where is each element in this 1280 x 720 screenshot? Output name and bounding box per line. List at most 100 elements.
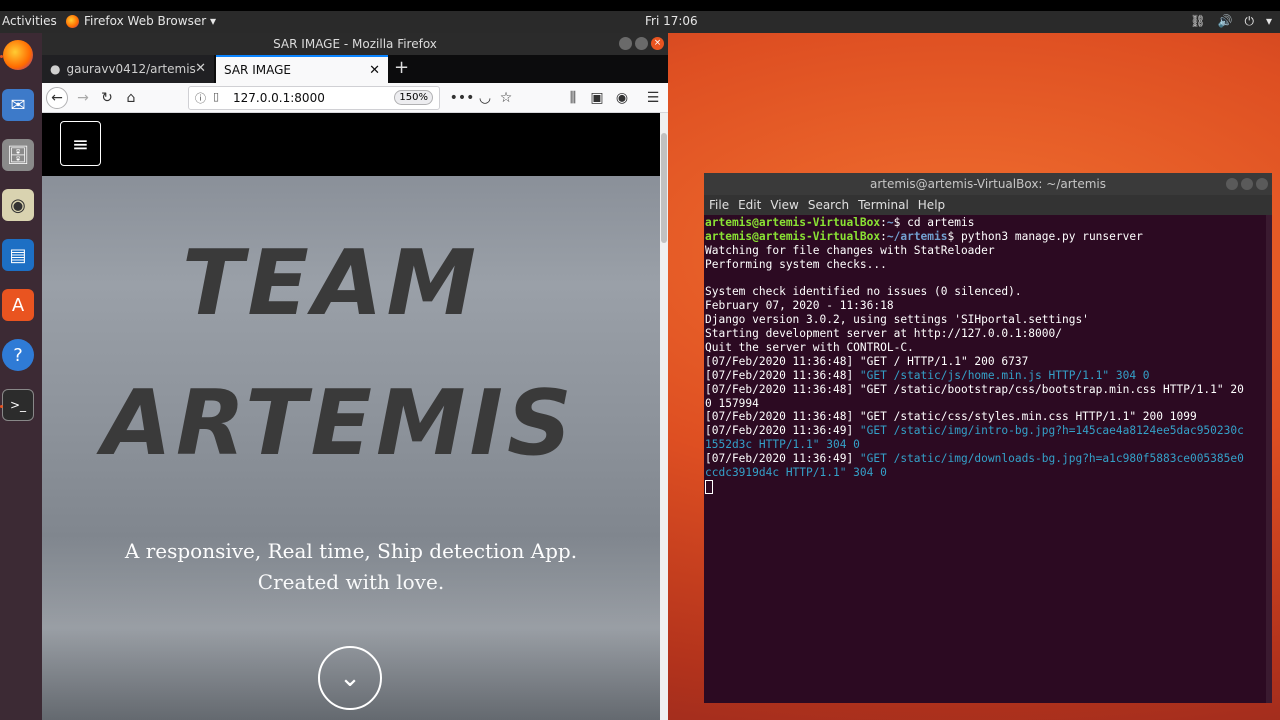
dock-thunderbird[interactable]: ✉ <box>2 89 34 121</box>
terminal-icon: >_ <box>9 398 27 412</box>
files-icon: 🗄 <box>6 144 30 166</box>
activities-button[interactable]: Activities <box>2 14 57 28</box>
terminal-line: ccdc3919d4c HTTP/1.1" 304 0 <box>705 466 887 480</box>
log-timestamp: [07/Feb/2020 11:36:48] <box>705 368 860 382</box>
arrow-left-icon: ← <box>51 90 63 106</box>
sidebar-icon: ▣ <box>590 90 604 106</box>
reload-icon: ↻ <box>101 90 113 106</box>
log-request: "GET /static/js/home.min.js HTTP/1.1" 30… <box>859 368 1150 382</box>
web-page: ≡ TEAM ARTEMIS A responsive, Real time, … <box>42 113 660 720</box>
clock[interactable]: Fri 17:06 <box>645 14 698 28</box>
menu-button[interactable]: ☰ <box>642 87 664 109</box>
maximize-button[interactable] <box>635 37 648 50</box>
prompt-path: ~ <box>886 216 894 229</box>
prompt-user: artemis@artemis-VirtualBox <box>705 216 881 229</box>
prompt-command: $ cd artemis <box>893 216 975 229</box>
menu-terminal[interactable]: Terminal <box>858 198 909 212</box>
bookmark-button[interactable]: ☆ <box>495 87 517 109</box>
tab-sar-image[interactable]: SAR IMAGE ✕ <box>216 55 388 83</box>
account-icon: ◉ <box>615 90 629 106</box>
volume-icon: 🔊 <box>1217 14 1233 28</box>
dock-help[interactable]: ? <box>2 339 34 371</box>
terminal-line: artemis@artemis-VirtualBox:~/artemis$ py… <box>705 230 1265 244</box>
terminal-title: artemis@artemis-VirtualBox: ~/artemis <box>869 177 1107 191</box>
terminal-cursor <box>705 479 713 494</box>
tab-strip: ● gauravv0412/artemis ✕ SAR IMAGE ✕ + <box>42 55 668 83</box>
running-indicator <box>0 55 3 58</box>
hero-title-line1: TEAM <box>181 231 481 336</box>
reload-button[interactable]: ↻ <box>96 87 118 109</box>
dock-software[interactable]: A <box>2 289 34 321</box>
back-button[interactable]: ← <box>46 87 68 109</box>
firefox-titlebar[interactable]: SAR IMAGE - Mozilla Firefox × <box>42 33 668 55</box>
top-panel: Activities Firefox Web Browser ▾ Fri 17:… <box>0 11 1280 33</box>
window-controls <box>1226 178 1268 190</box>
pocket-icon: ◡ <box>478 90 492 106</box>
terminal-line: [07/Feb/2020 11:36:48] "GET /static/js/h… <box>705 369 1265 383</box>
terminal-titlebar[interactable]: artemis@artemis-VirtualBox: ~/artemis <box>704 173 1272 195</box>
hero-title-line2: ARTEMIS <box>102 371 576 476</box>
terminal-line: [07/Feb/2020 11:36:49] "GET /static/img/… <box>705 424 1265 438</box>
terminal-line: [07/Feb/2020 11:36:49] "GET /static/img/… <box>705 452 1265 466</box>
zoom-indicator[interactable]: 150% <box>394 90 433 105</box>
dock-writer[interactable]: ▤ <box>2 239 34 271</box>
network-icon: ⛓ <box>1190 14 1206 28</box>
firefox-icon <box>66 14 79 28</box>
page-actions-button[interactable]: ••• <box>449 87 475 109</box>
account-button[interactable]: ◉ <box>611 87 633 109</box>
maximize-button[interactable] <box>1241 178 1253 190</box>
tab-close-icon[interactable]: ✕ <box>369 63 380 78</box>
minimize-button[interactable] <box>619 37 632 50</box>
github-icon: ● <box>50 62 61 76</box>
prompt-command: $ python3 manage.py runserver <box>947 229 1143 243</box>
close-button[interactable]: × <box>651 37 664 50</box>
dock-rhythmbox[interactable]: ◉ <box>2 189 34 221</box>
forward-button[interactable]: → <box>72 87 94 109</box>
prompt-colon: : <box>880 216 887 229</box>
navigation-toolbar: ← → ↻ ⌂ ⓘ ▯ 127.0.0.1:8000 150% ••• ◡ ☆ … <box>42 83 668 113</box>
terminal-menubar: File Edit View Search Terminal Help <box>704 195 1272 215</box>
site-menu-button[interactable]: ≡ <box>60 121 101 166</box>
terminal-line: 1552d3c HTTP/1.1" 304 0 <box>705 438 860 452</box>
prompt-user: artemis@artemis-VirtualBox <box>705 229 881 243</box>
software-icon: A <box>11 294 25 316</box>
hamburger-icon: ☰ <box>646 90 660 106</box>
chevron-down-icon: ▾ <box>1265 14 1272 28</box>
terminal-cursor-line <box>705 479 1265 494</box>
menu-search[interactable]: Search <box>808 198 849 212</box>
library-icon: ⫼ <box>569 90 577 106</box>
dock-terminal[interactable]: >_ <box>2 389 34 421</box>
menu-file[interactable]: File <box>709 198 729 212</box>
top-black-strip <box>0 0 1280 11</box>
tab-close-icon[interactable]: ✕ <box>195 61 206 76</box>
speaker-icon: ◉ <box>10 194 26 216</box>
app-menu[interactable]: Firefox Web Browser ▾ <box>66 14 216 28</box>
dock-firefox[interactable] <box>2 39 34 71</box>
scroll-down-button[interactable]: ⌄ <box>318 646 382 710</box>
terminal-scrollbar[interactable] <box>1266 215 1272 703</box>
new-tab-button[interactable]: + <box>394 57 409 78</box>
library-button[interactable]: ⫼ <box>562 87 584 109</box>
dock: ✉ 🗄 ◉ ▤ A ? >_ <box>0 33 42 720</box>
url-text: 127.0.0.1:8000 <box>233 91 325 105</box>
page-scrollbar[interactable] <box>660 113 668 720</box>
tab-github[interactable]: ● gauravv0412/artemis ✕ <box>42 55 214 83</box>
close-button[interactable] <box>1256 178 1268 190</box>
system-tray[interactable]: ⛓ 🔊 ⏻ ▾ <box>1190 14 1272 29</box>
terminal-output[interactable]: artemis@artemis-VirtualBox:~$ cd artemis… <box>705 216 1265 703</box>
sidebar-button[interactable]: ▣ <box>586 87 608 109</box>
info-icon[interactable]: ⓘ <box>195 90 206 106</box>
terminal-window: artemis@artemis-VirtualBox: ~/artemis Fi… <box>704 173 1272 703</box>
menu-help[interactable]: Help <box>918 198 945 212</box>
more-icon: ••• <box>449 90 475 106</box>
pocket-button[interactable]: ◡ <box>474 87 496 109</box>
page-icon: ▯ <box>213 90 220 103</box>
scrollbar-thumb[interactable] <box>661 133 667 243</box>
menu-edit[interactable]: Edit <box>738 198 761 212</box>
menu-view[interactable]: View <box>770 198 798 212</box>
home-button[interactable]: ⌂ <box>120 87 142 109</box>
url-bar[interactable]: ⓘ ▯ 127.0.0.1:8000 150% <box>188 86 440 110</box>
log-request: "GET /static/img/intro-bg.jpg?h=145cae4a… <box>859 424 1244 438</box>
dock-files[interactable]: 🗄 <box>2 139 34 171</box>
minimize-button[interactable] <box>1226 178 1238 190</box>
